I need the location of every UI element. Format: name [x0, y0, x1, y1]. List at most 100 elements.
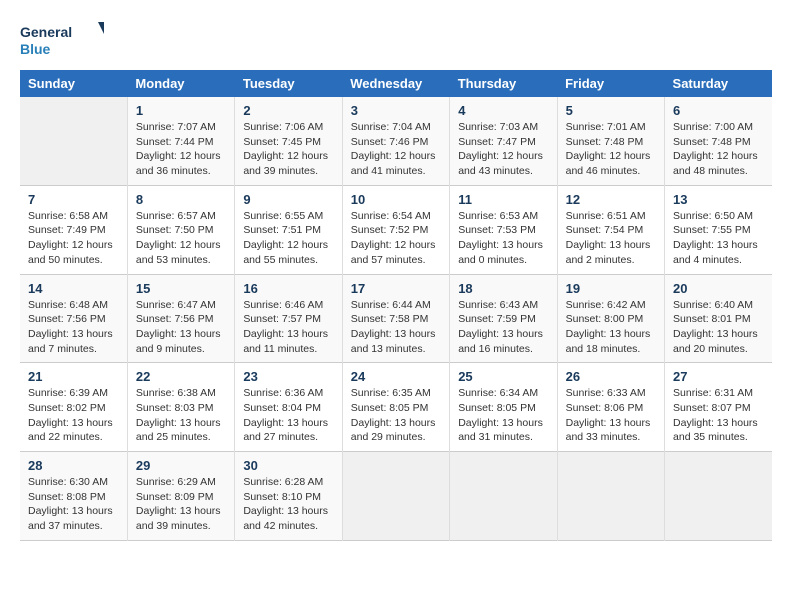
calendar-cell: 26 Sunrise: 6:33 AMSunset: 8:06 PMDayligh… [557, 363, 664, 452]
calendar-cell: 12 Sunrise: 6:51 AMSunset: 7:54 PMDayligh… [557, 185, 664, 274]
day-number: 29 [136, 458, 226, 473]
calendar-cell: 23 Sunrise: 6:36 AMSunset: 8:04 PMDayligh… [235, 363, 342, 452]
calendar-cell [450, 452, 557, 541]
cell-info: Sunrise: 6:34 AMSunset: 8:05 PMDaylight:… [458, 386, 548, 445]
day-number: 24 [351, 369, 441, 384]
cell-info: Sunrise: 6:47 AMSunset: 7:56 PMDaylight:… [136, 298, 226, 357]
calendar-week-row: 14 Sunrise: 6:48 AMSunset: 7:56 PMDayligh… [20, 274, 772, 363]
logo: General Blue [20, 20, 110, 60]
calendar-cell: 19Sunrise: 6:42 AMSunset: 8:00 PMDayligh… [557, 274, 664, 363]
day-number: 30 [243, 458, 333, 473]
weekday-header: Wednesday [342, 70, 449, 97]
day-number: 10 [351, 192, 441, 207]
cell-info: Sunrise: 6:30 AMSunset: 8:08 PMDaylight:… [28, 475, 119, 534]
calendar-cell: 21 Sunrise: 6:39 AMSunset: 8:02 PMDayligh… [20, 363, 127, 452]
calendar-cell: 11 Sunrise: 6:53 AMSunset: 7:53 PMDayligh… [450, 185, 557, 274]
cell-info: Sunrise: 6:40 AMSunset: 8:01 PMDaylight:… [673, 298, 764, 357]
svg-text:Blue: Blue [20, 41, 51, 57]
day-number: 22 [136, 369, 226, 384]
cell-info: Sunrise: 6:48 AMSunset: 7:56 PMDaylight:… [28, 298, 119, 357]
calendar-cell: 14 Sunrise: 6:48 AMSunset: 7:56 PMDayligh… [20, 274, 127, 363]
calendar-cell: 18 Sunrise: 6:43 AMSunset: 7:59 PMDayligh… [450, 274, 557, 363]
cell-info: Sunrise: 6:51 AMSunset: 7:54 PMDaylight:… [566, 209, 656, 268]
logo-icon: General Blue [20, 20, 110, 60]
weekday-header: Sunday [20, 70, 127, 97]
calendar-week-row: 1Sunrise: 7:07 AMSunset: 7:44 PMDaylight… [20, 97, 772, 185]
cell-info: Sunrise: 6:43 AMSunset: 7:59 PMDaylight:… [458, 298, 548, 357]
day-number: 3 [351, 103, 441, 118]
day-number: 4 [458, 103, 548, 118]
cell-info: Sunrise: 7:03 AMSunset: 7:47 PMDaylight:… [458, 120, 548, 179]
day-number: 18 [458, 281, 548, 296]
day-number: 9 [243, 192, 333, 207]
calendar-cell: 17 Sunrise: 6:44 AMSunset: 7:58 PMDayligh… [342, 274, 449, 363]
day-number: 15 [136, 281, 226, 296]
calendar-cell: 1Sunrise: 7:07 AMSunset: 7:44 PMDaylight… [127, 97, 234, 185]
weekday-header: Monday [127, 70, 234, 97]
day-number: 13 [673, 192, 764, 207]
cell-info: Sunrise: 6:44 AMSunset: 7:58 PMDaylight:… [351, 298, 441, 357]
day-number: 25 [458, 369, 548, 384]
day-number: 14 [28, 281, 119, 296]
day-number: 27 [673, 369, 764, 384]
day-number: 20 [673, 281, 764, 296]
calendar-cell: 2Sunrise: 7:06 AMSunset: 7:45 PMDaylight… [235, 97, 342, 185]
weekday-header: Friday [557, 70, 664, 97]
calendar-cell: 4 Sunrise: 7:03 AMSunset: 7:47 PMDaylight… [450, 97, 557, 185]
calendar-cell: 10 Sunrise: 6:54 AMSunset: 7:52 PMDayligh… [342, 185, 449, 274]
day-number: 6 [673, 103, 764, 118]
day-number: 23 [243, 369, 333, 384]
svg-text:General: General [20, 24, 72, 40]
cell-info: Sunrise: 6:39 AMSunset: 8:02 PMDaylight:… [28, 386, 119, 445]
weekday-header: Tuesday [235, 70, 342, 97]
calendar-week-row: 7 Sunrise: 6:58 AMSunset: 7:49 PMDaylight… [20, 185, 772, 274]
calendar-cell: 22 Sunrise: 6:38 AMSunset: 8:03 PMDayligh… [127, 363, 234, 452]
calendar-table: SundayMondayTuesdayWednesdayThursdayFrid… [20, 70, 772, 541]
cell-info: Sunrise: 6:31 AMSunset: 8:07 PMDaylight:… [673, 386, 764, 445]
cell-info: Sunrise: 6:35 AMSunset: 8:05 PMDaylight:… [351, 386, 441, 445]
calendar-cell: 29 Sunrise: 6:29 AMSunset: 8:09 PMDayligh… [127, 452, 234, 541]
day-number: 8 [136, 192, 226, 207]
calendar-cell: 8Sunrise: 6:57 AMSunset: 7:50 PMDaylight… [127, 185, 234, 274]
calendar-cell: 25 Sunrise: 6:34 AMSunset: 8:05 PMDayligh… [450, 363, 557, 452]
cell-info: Sunrise: 7:01 AMSunset: 7:48 PMDaylight:… [566, 120, 656, 179]
day-number: 16 [243, 281, 333, 296]
cell-info: Sunrise: 6:33 AMSunset: 8:06 PMDaylight:… [566, 386, 656, 445]
calendar-cell: 24 Sunrise: 6:35 AMSunset: 8:05 PMDayligh… [342, 363, 449, 452]
day-number: 28 [28, 458, 119, 473]
cell-info: Sunrise: 6:36 AMSunset: 8:04 PMDaylight:… [243, 386, 333, 445]
day-number: 7 [28, 192, 119, 207]
day-number: 12 [566, 192, 656, 207]
calendar-cell: 9Sunrise: 6:55 AMSunset: 7:51 PMDaylight… [235, 185, 342, 274]
cell-info: Sunrise: 7:06 AMSunset: 7:45 PMDaylight:… [243, 120, 333, 179]
cell-info: Sunrise: 7:00 AMSunset: 7:48 PMDaylight:… [673, 120, 764, 179]
cell-info: Sunrise: 6:50 AMSunset: 7:55 PMDaylight:… [673, 209, 764, 268]
day-number: 11 [458, 192, 548, 207]
calendar-cell: 27 Sunrise: 6:31 AMSunset: 8:07 PMDayligh… [665, 363, 772, 452]
calendar-week-row: 21 Sunrise: 6:39 AMSunset: 8:02 PMDayligh… [20, 363, 772, 452]
calendar-cell [665, 452, 772, 541]
calendar-cell: 20 Sunrise: 6:40 AMSunset: 8:01 PMDayligh… [665, 274, 772, 363]
cell-info: Sunrise: 6:28 AMSunset: 8:10 PMDaylight:… [243, 475, 333, 534]
cell-info: Sunrise: 6:29 AMSunset: 8:09 PMDaylight:… [136, 475, 226, 534]
calendar-cell [20, 97, 127, 185]
calendar-cell: 16Sunrise: 6:46 AMSunset: 7:57 PMDayligh… [235, 274, 342, 363]
calendar-cell [342, 452, 449, 541]
day-number: 19 [566, 281, 656, 296]
cell-info: Sunrise: 6:38 AMSunset: 8:03 PMDaylight:… [136, 386, 226, 445]
header-row: SundayMondayTuesdayWednesdayThursdayFrid… [20, 70, 772, 97]
day-number: 26 [566, 369, 656, 384]
cell-info: Sunrise: 7:07 AMSunset: 7:44 PMDaylight:… [136, 120, 226, 179]
day-number: 21 [28, 369, 119, 384]
day-number: 17 [351, 281, 441, 296]
cell-info: Sunrise: 6:53 AMSunset: 7:53 PMDaylight:… [458, 209, 548, 268]
weekday-header: Thursday [450, 70, 557, 97]
weekday-header: Saturday [665, 70, 772, 97]
calendar-cell: 5Sunrise: 7:01 AMSunset: 7:48 PMDaylight… [557, 97, 664, 185]
cell-info: Sunrise: 6:58 AMSunset: 7:49 PMDaylight:… [28, 209, 119, 268]
calendar-cell: 15 Sunrise: 6:47 AMSunset: 7:56 PMDayligh… [127, 274, 234, 363]
cell-info: Sunrise: 6:54 AMSunset: 7:52 PMDaylight:… [351, 209, 441, 268]
calendar-week-row: 28 Sunrise: 6:30 AMSunset: 8:08 PMDayligh… [20, 452, 772, 541]
calendar-cell: 3Sunrise: 7:04 AMSunset: 7:46 PMDaylight… [342, 97, 449, 185]
calendar-cell [557, 452, 664, 541]
